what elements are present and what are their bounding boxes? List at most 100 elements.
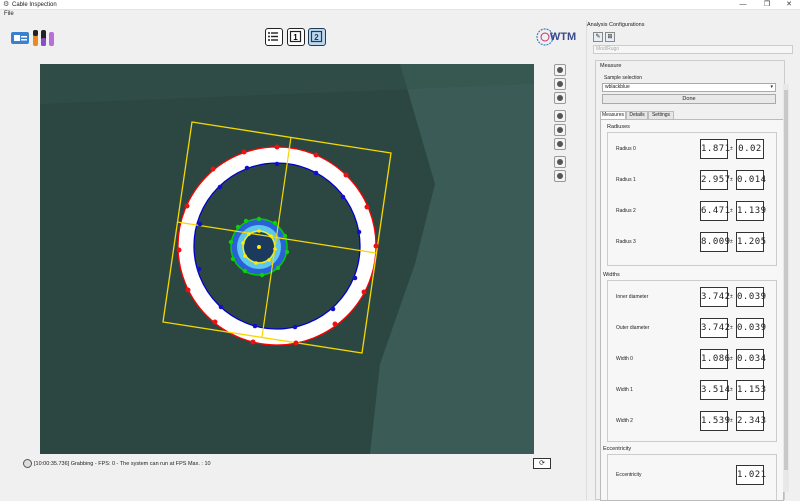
sample-label: Sample selection <box>604 75 643 81</box>
status-text: [10:00:35.736] Grabbing - FPS: 0 - The s… <box>34 461 211 467</box>
width-2-value: 1.539 <box>700 411 730 431</box>
settings-tool-button[interactable] <box>554 64 566 76</box>
outer-diameter-tolerance: 0.039 <box>736 318 766 338</box>
width-2-row: Width 2 1.539 ± 2.343 <box>616 411 776 431</box>
width-0-tolerance: 0.034 <box>736 349 766 369</box>
inner-diameter-row: Inner diameter 3.742 ± 0.039 <box>616 287 776 307</box>
plus-minus-icon: ± <box>730 325 733 331</box>
width-0-row: Width 0 1.086 ± 0.034 <box>616 349 776 369</box>
radius-2-row: Radius 2 6.471 ± 1.139 <box>616 201 776 221</box>
list-icon <box>268 32 278 41</box>
radius-0-value: 1.871 <box>700 139 730 159</box>
inner-diameter-label: Inner diameter <box>616 294 649 300</box>
plus-minus-icon: ± <box>730 146 733 152</box>
sample-select[interactable]: wblackblue ▾ <box>602 83 776 92</box>
dual-view-button[interactable]: 2 <box>308 28 326 46</box>
eccentricity-group: Eccentricity 1.021 <box>607 454 777 500</box>
radius-2-value: 6.471 <box>700 201 730 221</box>
title-bar: ⚙ Cable Inspection — ❐ ✕ <box>0 0 800 10</box>
radius-3-value: 8.009 <box>700 232 730 252</box>
radius-0-label: Radius 0 <box>616 146 636 152</box>
view-one-icon: 1 <box>289 30 302 43</box>
zoom-in-icon <box>557 113 563 119</box>
radiuses-group: Radius 0 1.871 ± 0.02 Radius 1 2.957 ± 0… <box>607 132 777 266</box>
contrast-tool-button[interactable] <box>554 78 566 90</box>
app-icon: ⚙ <box>3 1 10 8</box>
capture-button[interactable]: ⟳ <box>533 458 551 469</box>
done-button[interactable]: Done <box>602 94 776 104</box>
radius-2-label: Radius 2 <box>616 208 636 214</box>
outer-diameter-label: Outer diameter <box>616 325 650 331</box>
eccentricity-title: Eccentricity <box>603 446 632 452</box>
wtm-logo-icon: WTM <box>536 28 576 46</box>
plus-minus-icon: ± <box>730 177 733 183</box>
plus-minus-icon: ± <box>730 356 733 362</box>
config-add-button[interactable]: ⊞ <box>605 32 615 42</box>
focus-tool-button[interactable] <box>554 92 566 104</box>
record-tool-button[interactable] <box>554 170 566 182</box>
panel-scrollbar[interactable] <box>783 84 789 492</box>
fit-icon <box>557 141 563 147</box>
width-0-label: Width 0 <box>616 356 633 362</box>
radius-0-row: Radius 0 1.871 ± 0.02 <box>616 139 776 159</box>
measure-title: Measure <box>600 63 622 69</box>
config-select[interactable]: Mod/Rugo <box>593 45 793 54</box>
plus-minus-icon: ± <box>730 239 733 245</box>
inner-diameter-tolerance: 0.039 <box>736 287 766 307</box>
measure-group: Measure Sample selection wblackblue ▾ Do… <box>595 60 785 501</box>
zoom-out-icon <box>557 127 563 133</box>
outer-diameter-value: 3.742 <box>700 318 730 338</box>
svg-text:1: 1 <box>293 33 298 42</box>
eccentricity-row: Eccentricity 1.021 <box>616 465 776 485</box>
status-icon <box>23 459 32 468</box>
zoom-in-button[interactable] <box>554 110 566 122</box>
width-1-label: Width 1 <box>616 387 633 393</box>
scrollbar-thumb[interactable] <box>784 90 788 470</box>
focus-icon <box>557 95 563 101</box>
fit-view-button[interactable] <box>554 138 566 150</box>
eccentricity-value: 1.021 <box>736 465 766 485</box>
width-1-tolerance: 1.153 <box>736 380 766 400</box>
contrast-icon <box>557 81 563 87</box>
minimize-button[interactable]: — <box>732 0 754 10</box>
window-title: Cable Inspection <box>12 2 57 8</box>
width-2-label: Width 2 <box>616 418 633 424</box>
close-button[interactable]: ✕ <box>778 0 800 10</box>
maximize-button[interactable]: ❐ <box>756 0 778 10</box>
svg-text:WTM: WTM <box>550 31 576 43</box>
gear-icon <box>557 67 563 73</box>
measures-tab-body: Radiuses Radius 0 1.871 ± 0.02 Radius 1 … <box>600 119 784 501</box>
chevron-down-icon: ▾ <box>770 84 773 90</box>
camera-viewer[interactable] <box>40 64 534 454</box>
width-0-value: 1.086 <box>700 349 730 369</box>
radius-3-label: Radius 3 <box>616 239 636 245</box>
single-view-button[interactable]: 1 <box>287 28 305 46</box>
list-view-button[interactable] <box>265 28 283 46</box>
radius-1-label: Radius 1 <box>616 177 636 183</box>
width-1-value: 3.514 <box>700 380 730 400</box>
plus-minus-icon: ± <box>730 418 733 424</box>
status-bar: [10:00:35.736] Grabbing - FPS: 0 - The s… <box>20 458 560 470</box>
plus-minus-icon: ± <box>730 208 733 214</box>
widths-title: Widths <box>603 272 620 278</box>
width-1-row: Width 1 3.514 ± 1.153 <box>616 380 776 400</box>
analysis-panel: Analysis Configurations ✎ ⊞ Mod/Rugo Mea… <box>586 20 800 501</box>
radius-3-tolerance: 1.205 <box>736 232 766 252</box>
zoom-out-button[interactable] <box>554 124 566 136</box>
radius-3-row: Radius 3 8.009 ± 1.205 <box>616 232 776 252</box>
plus-minus-icon: ± <box>730 294 733 300</box>
width-2-tolerance: 2.343 <box>736 411 766 431</box>
radius-1-value: 2.957 <box>700 170 730 190</box>
cog-icon <box>557 159 563 165</box>
outer-diameter-row: Outer diameter 3.742 ± 0.039 <box>616 318 776 338</box>
cable-logo-icon <box>11 30 54 46</box>
menu-file[interactable]: File <box>4 10 14 18</box>
radius-1-tolerance: 0.014 <box>736 170 766 190</box>
config-edit-button[interactable]: ✎ <box>593 32 603 42</box>
view-two-icon: 2 <box>310 30 323 43</box>
plus-minus-icon: ± <box>730 387 733 393</box>
svg-text:2: 2 <box>314 33 319 42</box>
widths-group: Inner diameter 3.742 ± 0.039 Outer diame… <box>607 280 777 442</box>
sample-value: wblackblue <box>605 84 630 90</box>
config-tool-button[interactable] <box>554 156 566 168</box>
